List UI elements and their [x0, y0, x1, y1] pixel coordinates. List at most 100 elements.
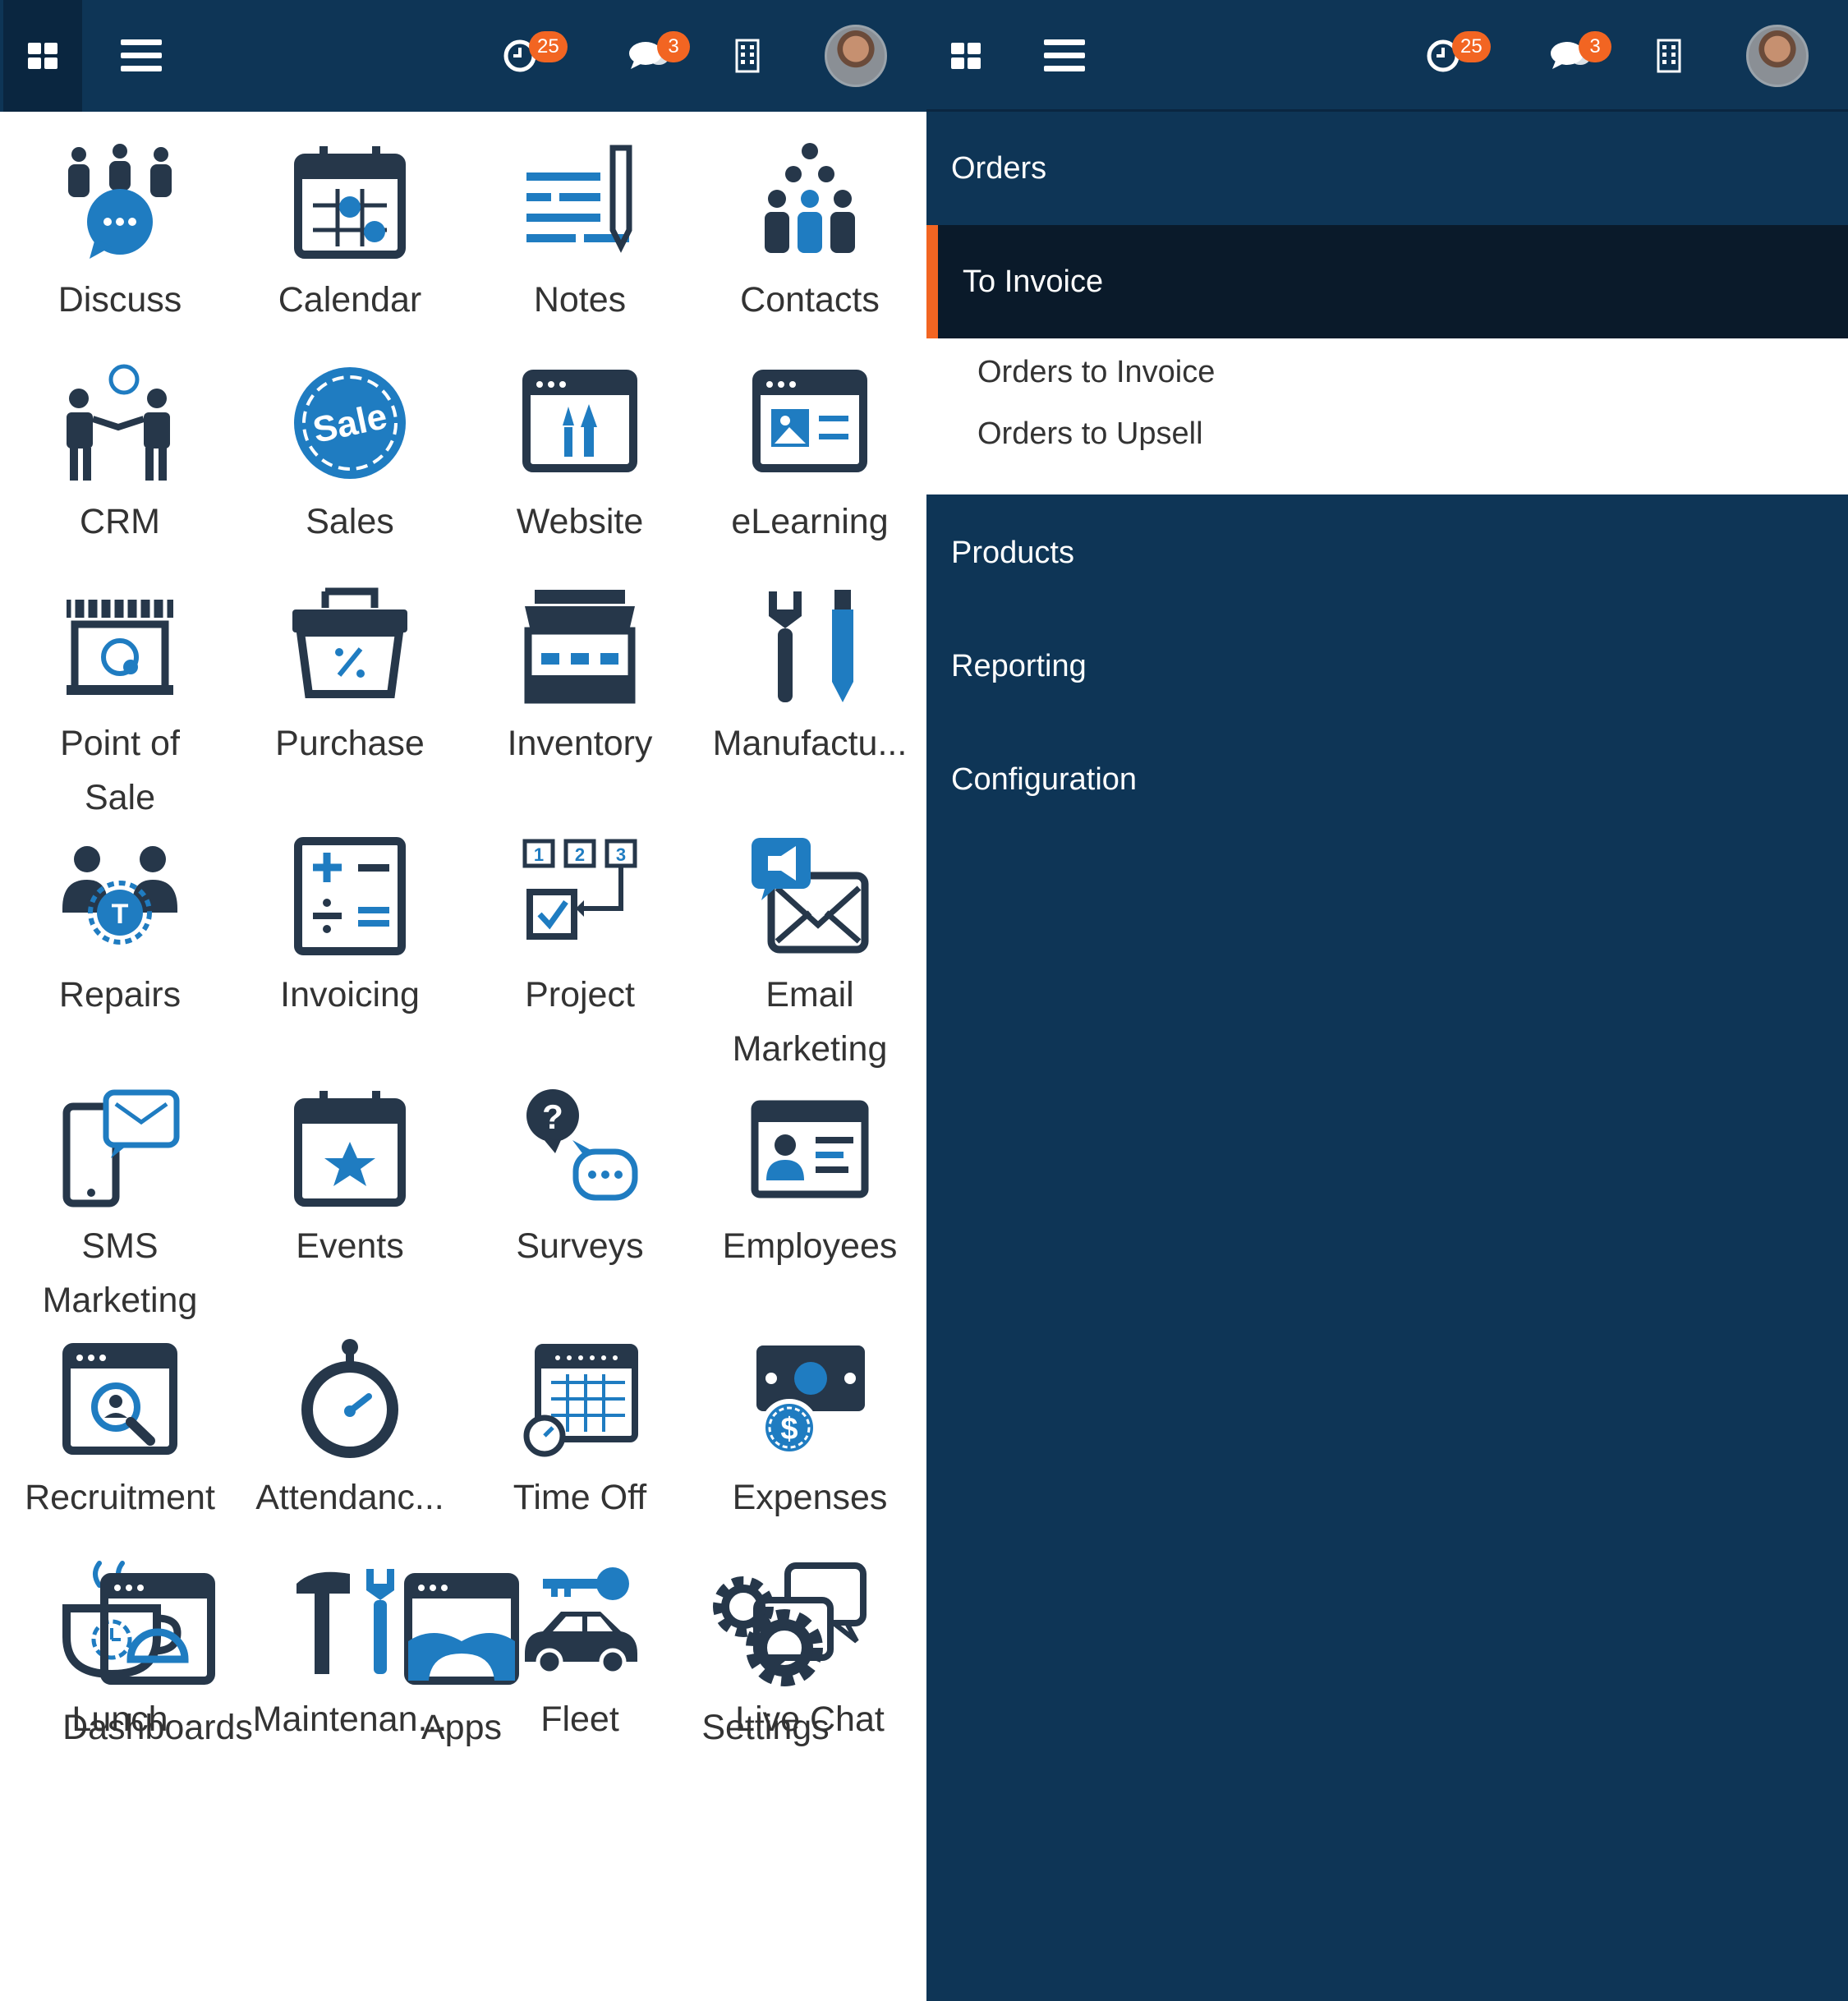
app-label: Purchase [275, 724, 425, 763]
app-label: SMS Marketing [42, 1226, 198, 1320]
app-label: Inventory [507, 724, 653, 763]
settings-icon [713, 1576, 823, 1686]
invoicing-icon [294, 837, 406, 955]
app-label: Notes [533, 280, 627, 320]
grid-icon [28, 43, 57, 69]
hamburger-icon [1044, 39, 1085, 71]
app-label: Expenses [732, 1478, 888, 1517]
app-tile-manufacturing[interactable]: Manufactu... [695, 583, 925, 770]
menu-orders[interactable]: Orders [926, 112, 1848, 225]
app-label: Employees [722, 1226, 898, 1266]
app-tile-attendance[interactable]: Attendanc... [235, 1337, 465, 1525]
website-icon [522, 370, 637, 472]
svg-text:3: 3 [616, 844, 626, 865]
recruitment-icon [62, 1343, 177, 1455]
app-label: Point of Sale [60, 724, 180, 817]
app-tile-settings[interactable]: Settings [650, 1567, 880, 1755]
user-avatar[interactable] [823, 0, 889, 112]
app-tile-repairs[interactable]: T Repairs [5, 835, 235, 1022]
app-label: CRM [80, 502, 160, 541]
menu-configuration[interactable]: Configuration [926, 723, 1848, 836]
app-label: Project [525, 975, 635, 1014]
sales-icon: Sale [294, 367, 406, 479]
app-tile-website[interactable]: Website [465, 361, 695, 549]
inventory-icon [524, 590, 636, 704]
app-tile-calendar[interactable]: Calendar [235, 140, 465, 327]
building-icon [1657, 39, 1681, 73]
app-tile-elearning[interactable]: eLearning [695, 361, 925, 549]
app-tile-apps[interactable]: Apps [347, 1567, 577, 1755]
app-label: Email Marketing [732, 975, 888, 1069]
app-tile-sales[interactable]: Sale Sales [235, 361, 465, 549]
app-label: Invoicing [280, 975, 420, 1014]
app-tile-discuss[interactable]: Discuss [5, 140, 235, 327]
app-tile-purchase[interactable]: Purchase [235, 583, 465, 770]
app-tile-recruitment[interactable]: Recruitment [5, 1337, 235, 1525]
repairs-icon: T [62, 846, 177, 945]
app-label: Calendar [278, 280, 422, 320]
apps-menu-button[interactable] [3, 0, 82, 112]
discuss-icon [68, 144, 172, 259]
app-label: Contacts [740, 280, 880, 320]
hamburger-menu-button[interactable] [115, 0, 168, 112]
expenses-icon: $ [756, 1346, 865, 1456]
app-label: Sales [306, 502, 394, 541]
app-tile-surveys[interactable]: ? Surveys [465, 1086, 695, 1273]
building-icon [735, 39, 760, 73]
activity-badge-right: 25 [1452, 31, 1491, 62]
app-label: eLearning [731, 502, 889, 541]
sms-marketing-icon [62, 1089, 180, 1208]
surveys-icon: ? [526, 1089, 638, 1201]
employees-icon [751, 1100, 869, 1198]
app-label: Dashboards [62, 1708, 253, 1747]
app-tile-email-marketing[interactable]: Email Marketing [695, 835, 925, 1076]
app-label: Surveys [516, 1226, 644, 1266]
app-tile-point-of-sale[interactable]: Point of Sale [5, 583, 235, 825]
company-switch-button-right[interactable] [1653, 0, 1685, 112]
app-label: Discuss [57, 280, 182, 320]
user-avatar-right[interactable] [1745, 0, 1810, 112]
menu-reporting[interactable]: Reporting [926, 610, 1848, 723]
navbar-right: 25 3 [926, 0, 1848, 112]
elearning-icon [752, 370, 867, 472]
app-tile-invoicing[interactable]: Invoicing [235, 835, 465, 1022]
dashboards-icon [100, 1573, 215, 1685]
app-label: Manufactu... [712, 724, 908, 763]
contacts-icon [765, 143, 855, 253]
app-tile-employees[interactable]: Employees [695, 1086, 925, 1273]
app-label: Repairs [58, 975, 182, 1014]
hamburger-menu-button-right[interactable] [1041, 0, 1087, 112]
app-label: Attendanc... [255, 1478, 444, 1517]
hamburger-icon [121, 39, 162, 71]
submenu-orders-to-invoice[interactable]: Orders to Invoice [977, 355, 1215, 390]
app-label: Time Off [513, 1478, 647, 1517]
messages-badge-right: 3 [1579, 31, 1611, 62]
app-tile-sms-marketing[interactable]: SMS Marketing [5, 1086, 235, 1327]
svg-text:T: T [112, 899, 129, 930]
app-tile-project[interactable]: 1 2 3 Project [465, 835, 695, 1022]
app-label: Website [516, 502, 644, 541]
avatar [825, 25, 887, 87]
app-tile-crm[interactable]: CRM [5, 361, 235, 549]
app-tile-dashboards[interactable]: Dashboards [43, 1567, 273, 1755]
events-icon [294, 1091, 406, 1207]
apps-menu-button-right[interactable] [948, 0, 984, 112]
company-switch-button[interactable] [731, 0, 764, 112]
svg-text:2: 2 [575, 844, 585, 865]
app-tile-inventory[interactable]: Inventory [465, 583, 695, 770]
app-tile-contacts[interactable]: Contacts [695, 140, 925, 327]
avatar [1746, 25, 1809, 87]
app-tile-time-off[interactable]: Time Off [465, 1337, 695, 1525]
calendar-icon [294, 146, 406, 259]
menu-to-invoice[interactable]: To Invoice [926, 225, 1848, 338]
app-tile-expenses[interactable]: $ Expenses [695, 1337, 925, 1525]
activity-badge: 25 [529, 31, 568, 62]
app-tile-notes[interactable]: Notes [465, 140, 695, 327]
grid-icon [951, 43, 981, 69]
menu-products[interactable]: Products [926, 496, 1848, 610]
purchase-icon [292, 587, 407, 698]
messages-badge: 3 [657, 31, 690, 62]
app-tile-events[interactable]: Events [235, 1086, 465, 1273]
submenu-orders-to-upsell[interactable]: Orders to Upsell [977, 416, 1203, 452]
submenu: Orders to Invoice Orders to Upsell [926, 338, 1848, 494]
